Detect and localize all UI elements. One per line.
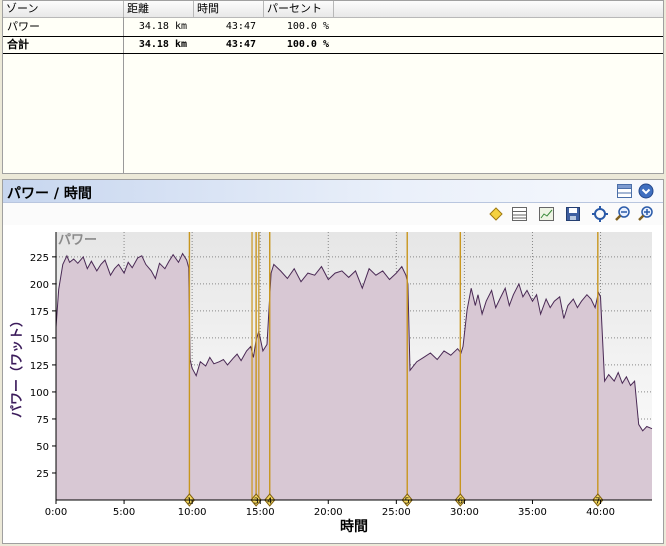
zone-distance: 34.18 km — [138, 21, 187, 32]
x-tick-label: 30:00 — [450, 507, 479, 518]
x-tick-label: 15:00 — [246, 507, 275, 518]
column-header-percent[interactable]: パーセント — [264, 1, 334, 17]
x-tick-label: 0:00 — [45, 507, 67, 518]
column-header-zone[interactable]: ゾーン — [3, 1, 124, 17]
table-row[interactable]: パワー 34.18 km 43:47 100.0 % — [3, 19, 663, 35]
lap-marker-label: 6 — [458, 497, 463, 506]
y-tick-label: 25 — [36, 469, 49, 480]
y-tick-label: 75 — [36, 415, 49, 426]
zone-percent: 100.0 % — [286, 21, 329, 32]
x-tick-label: 40:00 — [586, 507, 615, 518]
zone-table: ゾーン 距離 時間 パーセント パワー 34.18 km 43:47 100.0… — [2, 0, 664, 174]
total-label: 合計 — [7, 38, 29, 51]
lap-marker-label: 4 — [267, 497, 272, 506]
lap-marker-label: 7 — [595, 497, 600, 506]
y-tick-label: 200 — [30, 280, 49, 291]
series-label: パワー — [58, 233, 97, 248]
y-tick-label: 125 — [30, 361, 49, 372]
x-tick-label: 5:00 — [113, 507, 135, 518]
chart-panel: パワー / 時間 1 3 4 5 6 7 25 50 75 100 125 150 175 2 — [2, 179, 664, 544]
column-header-time[interactable]: 時間 — [194, 1, 264, 17]
table-total-row[interactable]: 合計 34.18 km 43:47 100.0 % — [3, 36, 663, 54]
total-percent: 100.0 % — [286, 39, 329, 50]
lap-marker-label: 3 — [254, 497, 259, 506]
y-tick-label: 175 — [30, 307, 49, 318]
x-tick-label: 20:00 — [314, 507, 343, 518]
total-distance: 34.18 km — [138, 39, 187, 50]
x-tick-label: 35:00 — [518, 507, 547, 518]
x-axis-label: 時間 — [340, 518, 368, 535]
column-header-distance[interactable]: 距離 — [124, 1, 194, 17]
x-tick-label: 10:00 — [178, 507, 207, 518]
lap-marker-label: 5 — [405, 497, 410, 506]
y-tick-label: 150 — [30, 334, 49, 345]
zone-table-header: ゾーン 距離 時間 パーセント — [3, 1, 663, 18]
y-tick-label: 50 — [36, 442, 49, 453]
zone-time: 43:47 — [225, 21, 256, 32]
x-tick-label: 25:00 — [382, 507, 411, 518]
power-time-chart[interactable]: 1 3 4 5 6 7 25 50 75 100 125 150 175 200 225 0:00 5:00 10… — [3, 180, 663, 543]
zone-name: パワー — [7, 20, 40, 33]
y-tick-label: 100 — [30, 388, 49, 399]
y-axis-label: パワー（ワット） — [9, 314, 25, 418]
total-time: 43:47 — [225, 39, 256, 50]
y-tick-label: 225 — [30, 253, 49, 264]
lap-marker-label: 1 — [187, 497, 192, 506]
